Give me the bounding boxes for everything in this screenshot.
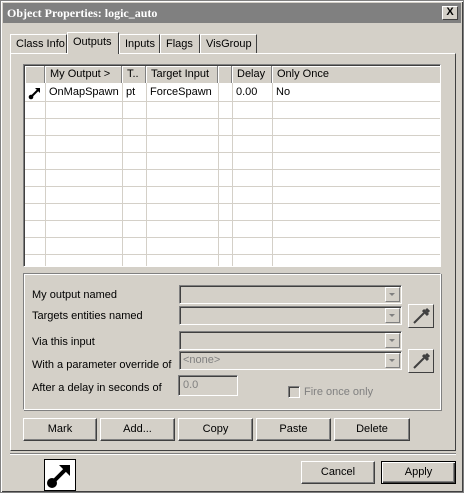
output-connection-icon (26, 86, 45, 101)
grid-line (122, 83, 123, 266)
tab-outputs[interactable]: Outputs (67, 32, 119, 54)
close-button[interactable]: X (442, 6, 458, 20)
column-header-icon[interactable] (25, 66, 45, 83)
parameter-override-combo[interactable]: <none> (179, 351, 402, 370)
row-only-once: No (276, 86, 291, 98)
eyedropper-parameter-button[interactable] (408, 349, 434, 373)
chevron-down-icon[interactable] (385, 353, 400, 368)
output-named-combo[interactable] (179, 285, 402, 304)
tab-inputs[interactable]: Inputs (119, 34, 160, 53)
fire-once-label: Fire once only (304, 386, 374, 398)
entity-connection-icon (44, 459, 76, 491)
parameter-override-label: With a parameter override of (32, 359, 172, 371)
via-input-combo[interactable] (179, 331, 402, 350)
grid-line (25, 152, 440, 153)
row-target: pt (126, 86, 136, 98)
grid-line (272, 83, 273, 266)
delay-label: After a delay in seconds of (32, 382, 162, 394)
object-properties-window: Object Properties: logic_auto X Class In… (0, 0, 464, 493)
tab-class-info[interactable]: Class Info (10, 34, 67, 53)
eyedropper-icon (413, 352, 431, 369)
tab-flags[interactable]: Flags (160, 34, 200, 53)
delete-button[interactable]: Delete (334, 418, 410, 441)
grid-line (218, 83, 219, 266)
title-bar[interactable]: Object Properties: logic_auto X (3, 3, 461, 23)
grid-line (25, 237, 440, 238)
grid-line (25, 186, 440, 187)
fire-once-checkbox[interactable] (288, 386, 300, 398)
copy-button[interactable]: Copy (178, 418, 253, 441)
grid-line (25, 101, 440, 102)
parameter-override-value: <none> (183, 354, 221, 366)
chevron-down-icon[interactable] (385, 287, 400, 302)
grid-line (25, 135, 440, 136)
grid-line (146, 83, 147, 266)
column-header-target-input[interactable]: Target Input (146, 66, 218, 83)
outputs-list[interactable]: My Output > T.. Target Input Delay Only … (23, 64, 441, 267)
eyedropper-icon (413, 307, 431, 324)
grid-line (25, 118, 440, 119)
add-button[interactable]: Add... (100, 418, 175, 441)
chevron-down-icon[interactable] (385, 308, 400, 323)
grid-line (25, 220, 440, 221)
divider (10, 453, 456, 455)
column-header-only-once[interactable]: Only Once (272, 66, 440, 83)
grid-line (25, 254, 440, 255)
apply-button[interactable]: Apply (381, 461, 456, 484)
grid-line (25, 169, 440, 170)
via-input-label: Via this input (32, 336, 95, 348)
grid-line (232, 83, 233, 266)
row-input: ForceSpawn (150, 86, 212, 98)
grid-line (45, 83, 46, 266)
column-header-delay[interactable]: Delay (232, 66, 272, 83)
grid-line (25, 203, 440, 204)
chevron-down-icon[interactable] (385, 333, 400, 348)
paste-button[interactable]: Paste (256, 418, 331, 441)
targets-named-label: Targets entities named (32, 310, 143, 322)
window-title: Object Properties: logic_auto (7, 6, 158, 20)
eyedropper-target-button[interactable] (408, 304, 434, 328)
cancel-button[interactable]: Cancel (301, 461, 375, 484)
column-header-target[interactable]: T.. (122, 66, 146, 83)
column-header-parameter[interactable] (218, 66, 232, 83)
delay-input[interactable]: 0.0 (178, 375, 238, 396)
mark-button[interactable]: Mark (23, 418, 97, 441)
row-delay: 0.00 (236, 86, 258, 98)
column-header-my-output[interactable]: My Output > (45, 66, 122, 83)
targets-named-combo[interactable] (179, 306, 402, 325)
output-named-label: My output named (32, 289, 117, 301)
tab-visgroup[interactable]: VisGroup (200, 34, 257, 53)
row-output: OnMapSpawn (49, 86, 119, 98)
